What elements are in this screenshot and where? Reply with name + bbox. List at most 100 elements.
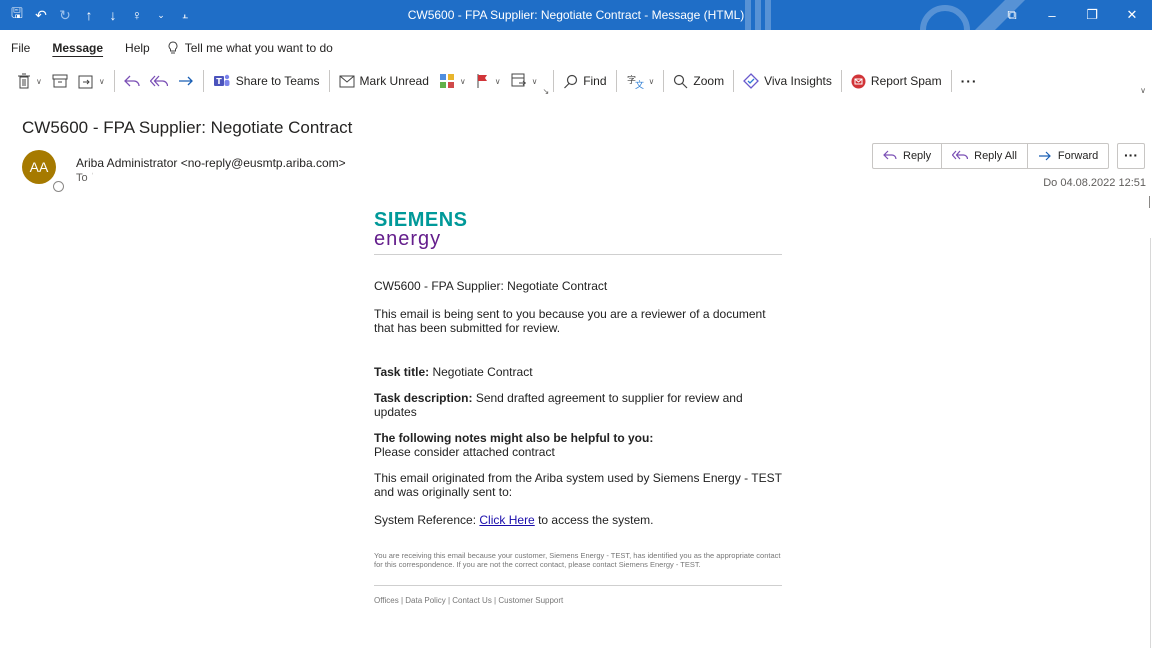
zoom-label: Zoom xyxy=(693,74,725,88)
chevron-down-icon: ∨ xyxy=(459,76,466,86)
viva-insights-button[interactable]: Viva Insights xyxy=(738,67,837,95)
logo-siemens-text: SIEMENS xyxy=(374,209,468,231)
reply-all-label: Reply All xyxy=(974,150,1017,162)
ribbon-display-icon[interactable]: ⧉ xyxy=(992,0,1032,30)
task-title-value: Negotiate Contract xyxy=(432,365,533,379)
ribbon-separator xyxy=(553,70,555,92)
body-intro: This email is being sent to you because … xyxy=(374,307,766,335)
chevron-down-icon: ∨ xyxy=(531,76,538,86)
divider xyxy=(374,254,782,255)
task-title-label: Task title: xyxy=(374,365,430,379)
share-to-teams-label: Share to Teams xyxy=(235,74,320,88)
archive-button[interactable] xyxy=(47,67,73,95)
viva-insights-label: Viva Insights xyxy=(764,74,832,88)
system-reference: System Reference: Click Here to access t… xyxy=(374,513,784,527)
tab-file[interactable]: File xyxy=(0,36,41,60)
forward-ribbon-button[interactable] xyxy=(173,67,199,95)
link-icon[interactable]: ♀ xyxy=(126,4,148,26)
reply-all-button[interactable]: Reply All xyxy=(942,144,1028,168)
click-here-link[interactable]: Click Here xyxy=(479,513,534,527)
mark-unread-label: Mark Unread xyxy=(359,74,429,88)
footer-links[interactable]: Offices | Data Policy | Contact Us | Cus… xyxy=(374,596,784,605)
translate-icon: 字文 xyxy=(627,74,644,89)
chevron-down-icon: ∨ xyxy=(494,76,501,86)
ribbon-separator xyxy=(202,70,204,92)
task-description: Task description: Send drafted agreement… xyxy=(374,391,784,419)
sender-name[interactable]: Ariba Administrator <no-reply@eusmtp.ari… xyxy=(76,156,346,170)
trash-icon xyxy=(18,73,30,89)
restore-button[interactable]: ❐ xyxy=(1072,0,1112,30)
presence-status-icon xyxy=(53,181,64,192)
ribbon-collapse-icon[interactable]: ∨ xyxy=(1140,86,1146,95)
reply-all-icon xyxy=(952,150,969,160)
zoom-button[interactable]: Zoom xyxy=(668,67,729,95)
ribbon-separator xyxy=(328,70,330,92)
viva-insights-icon xyxy=(743,73,759,89)
svg-text:T: T xyxy=(216,77,222,86)
more-icon: ··· xyxy=(960,73,978,89)
reply-all-ribbon-button[interactable] xyxy=(145,67,173,95)
reply-all-icon xyxy=(149,75,168,87)
forward-label: Forward xyxy=(1057,150,1099,162)
chevron-down-icon: ∨ xyxy=(98,76,105,86)
more-actions-button[interactable]: ··· xyxy=(1117,143,1145,169)
ribbon-separator xyxy=(840,70,842,92)
reply-icon xyxy=(123,75,140,87)
reply-button[interactable]: Reply xyxy=(873,144,943,168)
menu-bar: File Message Help Tell me what you want … xyxy=(0,36,333,60)
close-button[interactable]: ✕ xyxy=(1112,0,1152,30)
delete-button[interactable]: ∨ xyxy=(12,67,47,95)
ribbon-separator xyxy=(663,70,665,92)
report-spam-button[interactable]: Report Spam xyxy=(846,67,947,95)
tab-message[interactable]: Message xyxy=(41,36,114,60)
reply-ribbon-button[interactable] xyxy=(119,67,145,95)
translate-button[interactable]: 字文 ∨ xyxy=(621,67,660,95)
chevron-down-icon: ∨ xyxy=(36,76,42,86)
search-icon xyxy=(564,74,578,88)
more-commands-button[interactable]: ··· xyxy=(956,67,983,95)
follow-up-button[interactable]: ∨ xyxy=(471,67,506,95)
minimize-button[interactable]: – xyxy=(1032,0,1072,30)
next-item-icon[interactable]: ↓ xyxy=(102,4,124,26)
mark-unread-button[interactable]: Mark Unread xyxy=(334,67,434,95)
origin-text: This email originated from the Ariba sys… xyxy=(374,471,782,499)
scrollbar-marker xyxy=(1149,196,1150,208)
group-launcher-icon[interactable]: ↘ xyxy=(542,87,549,96)
undo-icon[interactable]: ↶ xyxy=(30,4,52,26)
ribbon-separator xyxy=(733,70,735,92)
window-controls: ⧉ – ❐ ✕ xyxy=(992,0,1152,30)
tell-me-box[interactable]: Tell me what you want to do xyxy=(167,41,333,55)
to-text: To xyxy=(76,172,88,184)
notes-text: Please consider attached contract xyxy=(374,445,555,459)
divider xyxy=(374,585,782,586)
move-button[interactable]: ∨ xyxy=(73,67,110,95)
received-date: Do 04.08.2022 12:51 xyxy=(1043,177,1146,189)
disclaimer-text: You are receiving this email because you… xyxy=(374,551,781,569)
chevron-down-icon[interactable]: ⌄ xyxy=(150,4,172,26)
redo-icon[interactable]: ↻ xyxy=(54,4,76,26)
customize-toolbar-icon[interactable]: ⫠ xyxy=(174,4,196,26)
body-heading: CW5600 - FPA Supplier: Negotiate Contrac… xyxy=(374,279,608,293)
forward-button[interactable]: Forward xyxy=(1028,144,1108,168)
share-to-teams-button[interactable]: T Share to Teams xyxy=(208,67,325,95)
ribbon-separator xyxy=(113,70,115,92)
siemens-energy-logo: SIEMENS energy xyxy=(374,209,784,249)
zoom-icon xyxy=(674,74,688,88)
svg-text:文: 文 xyxy=(635,79,644,89)
lightbulb-icon xyxy=(168,41,178,54)
chevron-down-icon: ∨ xyxy=(648,76,655,86)
scrollbar-track[interactable] xyxy=(1150,238,1151,648)
find-button[interactable]: Find xyxy=(558,67,611,95)
rules-button[interactable]: ∨ xyxy=(506,67,543,95)
save-icon[interactable]: 🖫 xyxy=(6,4,28,26)
ribbon-separator xyxy=(615,70,617,92)
tab-help[interactable]: Help xyxy=(114,36,161,60)
reply-label: Reply xyxy=(903,150,932,162)
tell-me-text: Tell me what you want to do xyxy=(184,41,333,55)
categorize-button[interactable]: ∨ xyxy=(434,67,471,95)
avatar[interactable]: AA xyxy=(22,150,56,184)
ribbon-separator xyxy=(950,70,952,92)
message-subject: CW5600 - FPA Supplier: Negotiate Contrac… xyxy=(22,118,353,137)
previous-item-icon[interactable]: ↑ xyxy=(78,4,100,26)
title-bar: 🖫 ↶ ↻ ↑ ↓ ♀ ⌄ ⫠ CW5600 - FPA Supplier: N… xyxy=(0,0,1152,30)
